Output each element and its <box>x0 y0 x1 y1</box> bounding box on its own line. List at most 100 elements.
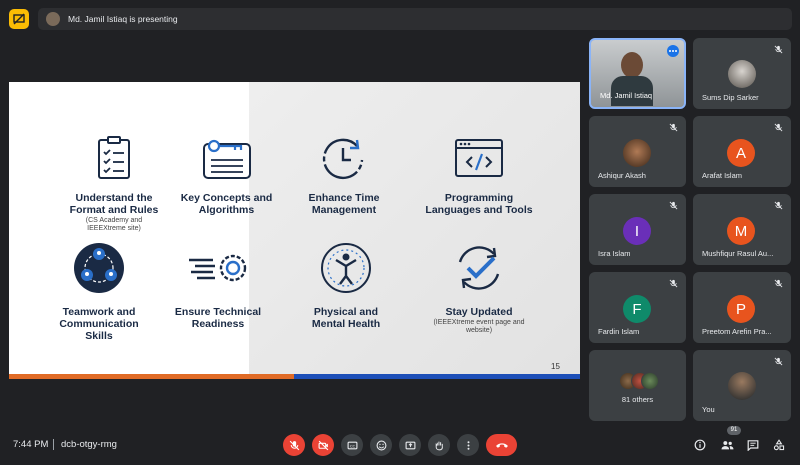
bottom-bar: 7:44 PM dcb-otgy-rmg CC <box>0 425 800 465</box>
meeting-code[interactable]: dcb-otgy-rmg <box>61 439 117 450</box>
mic-off-icon <box>669 279 678 288</box>
mic-off-icon <box>774 357 783 366</box>
presenting-banner[interactable]: Md. Jamil Istiaq is presenting <box>38 8 792 30</box>
chat-icon <box>747 440 759 451</box>
presenter-head <box>621 52 643 78</box>
self-tile[interactable]: You <box>693 350 791 421</box>
item-title: Programming Languages and Tools <box>425 192 533 216</box>
speaking-indicator-icon <box>667 45 679 57</box>
raise-hand-button[interactable] <box>428 434 450 456</box>
clock-time: 7:44 PM <box>13 439 49 450</box>
participant-tile[interactable]: Sums Dip Sarker <box>693 38 791 109</box>
slide-page-number: 15 <box>551 362 560 371</box>
participant-tile[interactable]: P Preetom Arefin Pra... <box>693 272 791 343</box>
participant-tile[interactable]: F Fardin Islam <box>589 272 686 343</box>
fast-gear-icon <box>189 254 247 282</box>
divider <box>53 439 54 450</box>
presenter-avatar <box>46 12 60 26</box>
participant-name: Isra Islam <box>598 249 631 258</box>
meeting-details-button[interactable] <box>691 436 709 454</box>
participant-avatar: M <box>727 217 755 245</box>
participant-photo <box>728 60 756 88</box>
info-icon <box>694 439 706 451</box>
mic-off-icon <box>774 45 783 54</box>
slide-item-teamwork: Teamwork and Communication Skills <box>34 242 164 342</box>
presenting-text: Md. Jamil Istiaq is presenting <box>68 14 178 24</box>
item-title: Key Concepts and Algorithms <box>180 192 273 216</box>
key-card-icon <box>202 139 251 179</box>
mic-off-icon <box>289 440 299 450</box>
item-subtitle: (IEEEXtreme event page and website) <box>433 319 525 334</box>
item-title: Ensure Technical Readiness <box>174 306 262 330</box>
item-title: Physical and Mental Health <box>311 306 381 330</box>
slide-item-key-concepts: Key Concepts and Algorithms <box>159 136 294 216</box>
participant-name: Arafat Islam <box>702 171 743 180</box>
participant-name: Fardin Islam <box>598 327 640 336</box>
participant-tile[interactable]: A Arafat Islam <box>693 116 791 187</box>
others-tile[interactable]: 81 others <box>589 350 686 421</box>
participant-photo <box>728 372 756 400</box>
camera-toggle-button[interactable] <box>312 434 334 456</box>
slide-item-technical-readiness: Ensure Technical Readiness <box>159 242 277 330</box>
participant-tile[interactable]: Ashiqur Akash <box>589 116 686 187</box>
item-title: Stay Updated <box>445 306 513 318</box>
participant-name: Md. Jamil Istiaq <box>600 91 653 100</box>
present-screen-button[interactable] <box>399 434 421 456</box>
activities-icon <box>773 439 785 451</box>
chat-button[interactable] <box>744 436 762 454</box>
mic-off-icon <box>774 201 783 210</box>
participant-avatar: I <box>623 217 651 245</box>
refresh-check-icon <box>458 246 500 290</box>
people-icon <box>721 441 733 450</box>
hang-up-icon <box>495 443 508 448</box>
reactions-button[interactable] <box>370 434 392 456</box>
slide-item-health: Physical and Mental Health <box>286 242 406 330</box>
svg-text:CC: CC <box>349 443 355 448</box>
avatar <box>641 372 659 390</box>
presentation-icon[interactable] <box>9 9 29 29</box>
item-title: Enhance Time Management <box>308 192 380 216</box>
participant-tile[interactable]: Md. Jamil Istiaq <box>589 38 686 109</box>
participant-avatar: A <box>727 139 755 167</box>
present-screen-icon <box>405 441 415 449</box>
captions-button[interactable]: CC <box>341 434 363 456</box>
wellbeing-person-icon <box>321 243 371 293</box>
emoji-icon <box>376 440 386 450</box>
mic-off-icon <box>669 201 678 210</box>
shared-slide: Understand the Format and Rules (CS Acad… <box>9 82 580 379</box>
others-count: 81 others <box>621 395 654 404</box>
leave-call-button[interactable] <box>486 434 517 456</box>
clock-icon <box>322 138 364 180</box>
top-bar: Md. Jamil Istiaq is presenting <box>0 0 800 36</box>
participant-name: You <box>702 405 715 414</box>
others-avatar-stack <box>619 370 659 392</box>
slide-accent-bar-orange <box>9 374 294 379</box>
activities-button[interactable] <box>770 436 788 454</box>
mic-off-icon <box>774 279 783 288</box>
hand-icon <box>435 441 443 450</box>
people-button[interactable] <box>718 436 736 454</box>
team-circle-icon <box>74 243 124 293</box>
participant-avatar: F <box>623 295 651 323</box>
more-options-button[interactable] <box>457 434 479 456</box>
more-vert-icon <box>467 440 469 450</box>
participant-avatar: P <box>727 295 755 323</box>
participant-photo <box>623 139 651 167</box>
participant-tile[interactable]: I Isra Islam <box>589 194 686 265</box>
clipboard-checklist-icon <box>98 136 130 179</box>
item-subtitle: (CS Academy and IEEEXtreme site) <box>85 217 143 232</box>
camera-off-icon <box>318 440 328 450</box>
slide-item-stay-updated: Stay Updated (IEEEXtreme event page and … <box>414 242 544 335</box>
slide-item-time-management: Enhance Time Management <box>284 136 404 216</box>
participant-name: Ashiqur Akash <box>598 171 646 180</box>
slide-item-programming: Programming Languages and Tools <box>409 136 549 216</box>
code-window-icon <box>455 139 503 177</box>
participant-name: Mushfiqur Rasul Au... <box>702 249 774 258</box>
captions-icon: CC <box>347 441 357 449</box>
participant-name: Preetom Arefin Pra... <box>702 327 772 336</box>
mic-toggle-button[interactable] <box>283 434 305 456</box>
slide-accent-bar-blue <box>294 374 580 379</box>
mic-off-icon <box>669 123 678 132</box>
people-count-badge: 91 <box>727 426 741 435</box>
participant-tile[interactable]: M Mushfiqur Rasul Au... <box>693 194 791 265</box>
